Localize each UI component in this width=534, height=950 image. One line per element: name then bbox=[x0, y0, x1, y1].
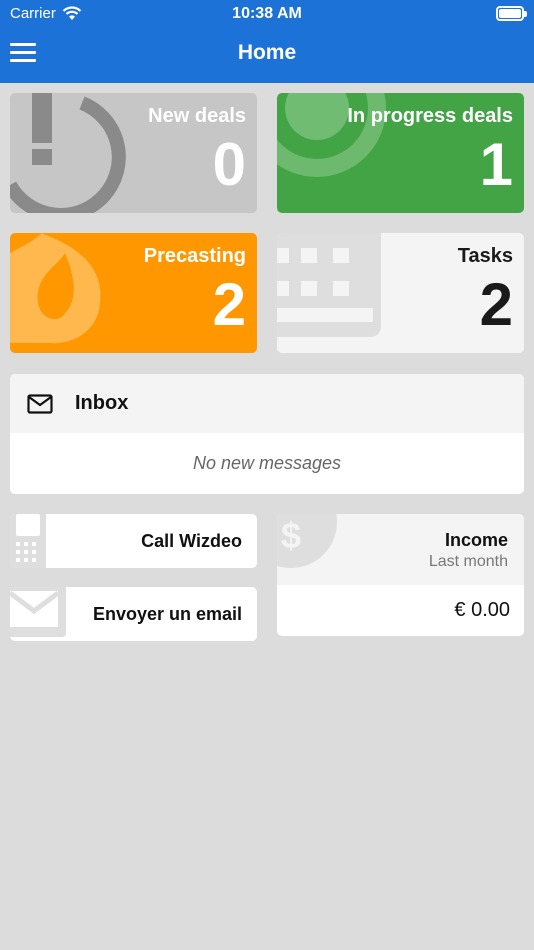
income-title: Income bbox=[444, 530, 508, 550]
status-bar: Carrier 10:38 AM bbox=[0, 0, 534, 28]
tasks-label: Tasks bbox=[457, 245, 513, 267]
inbox-empty-message: No new messages bbox=[192, 453, 342, 473]
in-progress-deals-label: In progress deals bbox=[347, 105, 513, 127]
clock: 10:38 AM bbox=[232, 5, 302, 22]
in-progress-deals-tile[interactable]: In progress deals 1 bbox=[277, 93, 524, 213]
income-header: $ Income Last month bbox=[277, 514, 524, 585]
svg-text:$: $ bbox=[281, 515, 301, 556]
precasting-tile[interactable]: Precasting 2 bbox=[10, 233, 257, 353]
income-card[interactable]: $ Income Last month € 0.00 bbox=[277, 514, 524, 636]
app-header: Carrier 10:38 AM Home bbox=[0, 0, 534, 83]
precasting-label: Precasting bbox=[143, 245, 246, 267]
page-title: Home bbox=[237, 41, 297, 64]
email-button-label: Envoyer un email bbox=[92, 604, 242, 624]
new-deals-count: 0 bbox=[212, 131, 246, 198]
phone-icon bbox=[10, 514, 46, 568]
inbox-title: Inbox bbox=[75, 392, 129, 414]
in-progress-deals-count: 1 bbox=[479, 131, 513, 198]
income-subtitle: Last month bbox=[428, 553, 508, 570]
dollar-icon: $ bbox=[277, 514, 337, 568]
new-deals-label: New deals bbox=[148, 105, 246, 127]
email-button[interactable]: Envoyer un email bbox=[10, 587, 257, 641]
tasks-tile[interactable]: Tasks 2 bbox=[277, 233, 524, 353]
new-deals-tile[interactable]: New deals 0 bbox=[10, 93, 257, 213]
envelope-icon bbox=[10, 587, 66, 637]
precasting-count: 2 bbox=[212, 271, 246, 338]
call-button[interactable]: Call Wizdeo bbox=[10, 514, 257, 568]
income-value: € 0.00 bbox=[454, 599, 510, 621]
call-button-label: Call Wizdeo bbox=[141, 531, 242, 551]
envelope-icon bbox=[27, 393, 53, 414]
battery-icon bbox=[496, 6, 527, 21]
inbox-header[interactable]: Inbox bbox=[10, 374, 524, 433]
inbox-card: Inbox No new messages bbox=[10, 374, 524, 494]
tasks-count: 2 bbox=[479, 271, 513, 338]
